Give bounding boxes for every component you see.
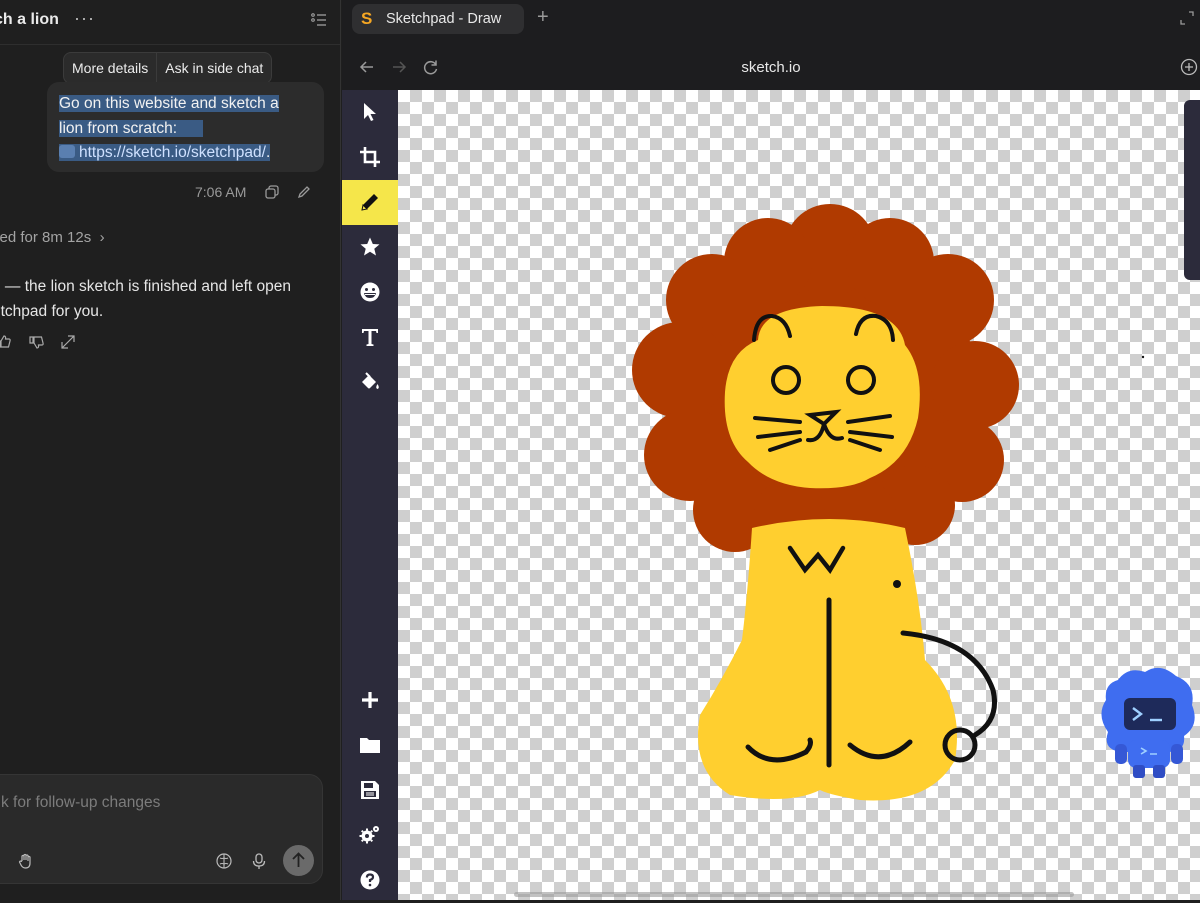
folder-icon: [360, 738, 380, 753]
user-message-bubble: Go on this website and sketch a lion fro…: [47, 82, 324, 172]
tool-help[interactable]: [342, 858, 398, 903]
add-circle-icon[interactable]: [1180, 58, 1198, 76]
robot-mascot-icon: [1101, 667, 1195, 778]
message-line-1: Go on this website and sketch a: [59, 95, 279, 112]
microphone-icon[interactable]: [250, 852, 268, 870]
tool-settings[interactable]: [342, 813, 398, 858]
chat-panel: ch a lion ··· More details Ask in side c…: [0, 0, 341, 900]
browser-window: S Sketchpad - Draw + sketch.io: [342, 0, 1200, 900]
reply-line-2: etchpad for you.: [0, 302, 104, 320]
tool-shapes[interactable]: [342, 225, 398, 270]
pointer-icon: [364, 103, 376, 121]
save-icon: [361, 781, 379, 799]
more-details-button[interactable]: More details: [64, 53, 156, 83]
thumbs-up-icon[interactable]: [0, 334, 12, 350]
message-trail: .: [265, 144, 271, 161]
thumbs-down-icon[interactable]: [29, 334, 45, 350]
settings-icon: [359, 826, 379, 844]
copy-icon[interactable]: [265, 185, 279, 199]
task-list-icon[interactable]: [311, 12, 327, 28]
horizontal-scrollbar[interactable]: [514, 892, 1074, 897]
message-line-2: lion from scratch:: [59, 119, 178, 137]
message-time: 7:06 AM: [195, 184, 247, 200]
pencil-icon: [361, 194, 378, 211]
tool-text[interactable]: [342, 315, 398, 360]
chat-header: ch a lion ···: [0, 0, 340, 45]
expand-icon[interactable]: [1180, 11, 1194, 25]
assistant-reply: e — the lion sketch is finished and left…: [0, 275, 327, 324]
tool-stickers[interactable]: [342, 270, 398, 315]
sketchio-logo-icon: S: [361, 9, 373, 28]
arrow-up-icon: [292, 852, 305, 867]
hand-icon[interactable]: [17, 852, 35, 870]
star-icon: [360, 237, 380, 256]
chat-title: ch a lion: [0, 11, 59, 28]
link-favicon-icon: [59, 145, 75, 158]
tool-open[interactable]: [342, 723, 398, 768]
drawing-canvas[interactable]: [398, 90, 1200, 900]
ask-side-chat-button[interactable]: Ask in side chat: [156, 53, 271, 83]
lion-drawing: [632, 204, 1195, 801]
reply-line-1: e — the lion sketch is finished and left…: [0, 278, 291, 295]
message-link[interactable]: https://sketch.io/sketchpad/: [79, 144, 266, 161]
chevron-right-icon: ›: [99, 229, 105, 246]
crop-icon: [360, 147, 380, 167]
more-options-button[interactable]: ···: [74, 8, 95, 29]
tool-crop[interactable]: [342, 135, 398, 180]
plus-icon: [362, 692, 378, 708]
share-icon[interactable]: [60, 334, 76, 350]
help-icon: [360, 870, 380, 890]
address-bar[interactable]: sketch.io: [342, 59, 1200, 76]
text-icon: [362, 329, 378, 346]
tool-pointer[interactable]: [342, 90, 398, 135]
fill-bucket-icon: [362, 372, 379, 389]
new-tab-button[interactable]: +: [537, 6, 549, 29]
tool-save[interactable]: [342, 768, 398, 813]
tool-pencil[interactable]: [342, 180, 398, 225]
browser-tab[interactable]: S Sketchpad - Draw: [352, 4, 524, 34]
emoji-icon: [360, 282, 380, 302]
brain-icon[interactable]: [215, 852, 233, 870]
follow-up-input[interactable]: k for follow-up changes: [1, 794, 160, 812]
sketch-toolbar: [342, 90, 398, 900]
tool-new[interactable]: [342, 678, 398, 723]
selection-popover: More details Ask in side chat: [63, 52, 273, 84]
tab-title: Sketchpad - Draw: [386, 11, 502, 27]
edit-icon[interactable]: [297, 185, 311, 199]
composer: k for follow-up changes: [0, 774, 323, 884]
worked-duration[interactable]: ked for 8m 12s ›: [0, 229, 105, 246]
send-button[interactable]: [283, 845, 314, 876]
tool-fill[interactable]: [342, 360, 398, 405]
